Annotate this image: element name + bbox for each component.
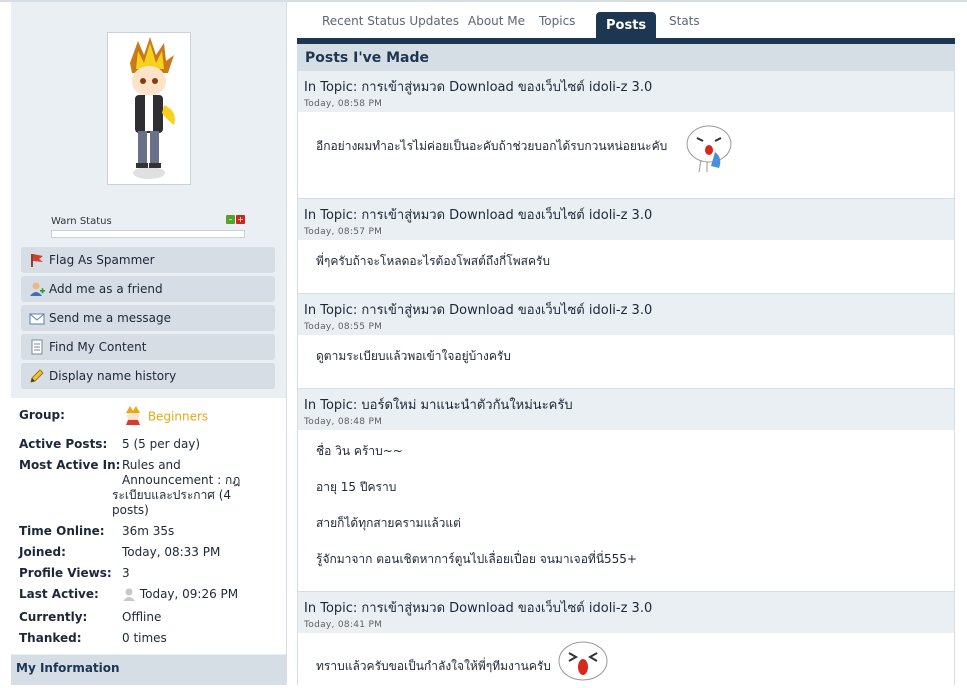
tab-recent-status-updates[interactable]: Recent Status Updates xyxy=(322,14,459,28)
group-label: Group: xyxy=(19,408,65,422)
send-message-button[interactable]: Send me a message xyxy=(21,305,275,331)
post-date: Today, 08:58 PM xyxy=(304,99,383,109)
post-text: สายก็ได้ทุกสายครามแล้วแต่ xyxy=(316,516,461,530)
emoticon-icon xyxy=(556,639,610,688)
post-topic-link[interactable]: In Topic: การเข้าสู่หมวด Download ของเว็… xyxy=(304,597,948,618)
warn-level-bar xyxy=(51,230,245,238)
profile-views-value: 3 xyxy=(122,566,130,580)
tab-about-me[interactable]: About Me xyxy=(468,14,525,28)
time-online-label: Time Online: xyxy=(19,524,105,538)
post-header: In Topic: การเข้าสู่หมวด Download ของเว็… xyxy=(298,591,954,633)
action-label: Add me as a friend xyxy=(49,282,163,296)
profile-views-label: Profile Views: xyxy=(19,566,112,580)
display-name-history-button[interactable]: Display name history xyxy=(21,363,275,389)
find-content-button[interactable]: Find My Content xyxy=(21,334,275,360)
post-topic-link[interactable]: In Topic: การเข้าสู่หมวด Download ของเว็… xyxy=(304,299,948,320)
tab-topics[interactable]: Topics xyxy=(539,14,575,28)
post-text: พี่ๆครับถ้าจะโหลดอะไรต้องโพสต์ถึงกี่โพสค… xyxy=(316,254,551,268)
my-information-header[interactable]: My Information xyxy=(11,655,286,685)
add-friend-icon xyxy=(29,281,45,297)
last-active-value: Today, 09:26 PM xyxy=(122,587,242,604)
joined-label: Joined: xyxy=(19,545,66,559)
posts-panel: Posts I've Made In Topic: การเข้าสู่หมวด… xyxy=(297,44,955,685)
group-rank-icon xyxy=(122,404,144,429)
action-label: Send me a message xyxy=(49,311,172,325)
envelope-icon xyxy=(29,310,45,326)
tab-stats[interactable]: Stats xyxy=(669,14,700,28)
pencil-icon xyxy=(29,368,45,384)
currently-value: Offline xyxy=(122,610,162,624)
post-item: In Topic: การเข้าสู่หมวด Download ของเว็… xyxy=(298,70,954,198)
post-text: ดูตามระเบียบแล้วพอเข้าใจอยู่บ้างครับ xyxy=(316,349,511,363)
post-text: อีกอย่างผมทำอะไรไม่ค่อยเป็นอะคับถ้าช่วยบ… xyxy=(316,139,668,153)
post-header: In Topic: บอร์ดใหม่ มาแนะนำตัวกันใหม่นะค… xyxy=(298,388,954,430)
active-posts-value: 5 (5 per day) xyxy=(122,437,201,451)
most-active-line: Rules and xyxy=(122,458,181,472)
time-online-value: 36m 35s xyxy=(122,524,175,538)
post-item: In Topic: บอร์ดใหม่ มาแนะนำตัวกันใหม่นะค… xyxy=(298,388,954,591)
most-active-line: ระเบียบและประกาศ (4 xyxy=(112,488,232,502)
profile-tabs: Recent Status Updates About Me Topics Po… xyxy=(297,2,955,40)
flag-icon xyxy=(29,252,45,268)
most-active-line: Announcement : กฎ xyxy=(122,473,241,487)
posts-heading: Posts I've Made xyxy=(298,44,954,70)
most-active-line: posts) xyxy=(112,503,149,517)
thanked-label: Thanked: xyxy=(19,631,82,645)
post-date: Today, 08:55 PM xyxy=(304,322,383,332)
post-text: ชื่อ วิน คร้าบ~~ xyxy=(316,444,403,458)
last-active-label: Last Active: xyxy=(19,587,99,601)
emoticon-icon xyxy=(683,122,735,177)
post-header: In Topic: การเข้าสู่หมวด Download ของเว็… xyxy=(298,198,954,240)
warn-decrease-icon[interactable]: – xyxy=(226,215,235,224)
profile-info: Group: Beginners Active Posts: 5 (5 per … xyxy=(11,398,286,654)
currently-label: Currently: xyxy=(19,610,88,624)
post-date: Today, 08:57 PM xyxy=(304,227,383,237)
post-text: รู้จักมาจาก ตอนเชิตหาการ์ตูนไปเลื่อยเปื่… xyxy=(316,552,637,566)
post-item: In Topic: การเข้าสู่หมวด Download ของเว็… xyxy=(298,293,954,388)
flag-as-spammer-button[interactable]: Flag As Spammer xyxy=(21,247,275,273)
post-date: Today, 08:48 PM xyxy=(304,417,383,427)
post-date: Today, 08:41 PM xyxy=(304,620,383,630)
most-active-value[interactable]: Rules and Announcement : กฎ ระเบียบและปร… xyxy=(112,458,242,518)
post-text: อายุ 15 ปีคราบ xyxy=(316,480,397,494)
post-topic-link[interactable]: In Topic: การเข้าสู่หมวด Download ของเว็… xyxy=(304,204,948,225)
post-text: ทราบแล้วครับขอเป็นกำลังใจให้พี่ๆทีมงานคร… xyxy=(316,659,551,673)
post-topic-link[interactable]: In Topic: การเข้าสู่หมวด Download ของเว็… xyxy=(304,76,948,97)
post-header: In Topic: การเข้าสู่หมวด Download ของเว็… xyxy=(298,70,954,112)
warn-status-label: Warn Status xyxy=(51,216,112,227)
profile-sidebar: Warn Status – + Flag As Spammer Add me as… xyxy=(11,2,287,685)
post-item: In Topic: การเข้าสู่หมวด Download ของเว็… xyxy=(298,591,954,685)
action-label: Flag As Spammer xyxy=(49,253,155,267)
action-label: Find My Content xyxy=(49,340,147,354)
action-label: Display name history xyxy=(49,369,177,383)
joined-value: Today, 08:33 PM xyxy=(122,545,221,559)
profile-actions: Flag As Spammer Add me as a friend Send … xyxy=(21,247,275,392)
most-active-label: Most Active In: xyxy=(19,458,121,472)
add-friend-button[interactable]: Add me as a friend xyxy=(21,276,275,302)
group-value: Beginners xyxy=(122,404,242,429)
thanked-value: 0 times xyxy=(122,631,167,645)
post-topic-link[interactable]: In Topic: บอร์ดใหม่ มาแนะนำตัวกันใหม่นะค… xyxy=(304,394,948,415)
warn-status: Warn Status – + xyxy=(51,213,245,238)
post-header: In Topic: การเข้าสู่หมวด Download ของเว็… xyxy=(298,293,954,335)
group-name[interactable]: Beginners xyxy=(148,410,208,424)
document-icon xyxy=(29,339,45,355)
warn-increase-icon[interactable]: + xyxy=(236,215,245,224)
tab-posts[interactable]: Posts xyxy=(596,12,657,39)
profile-photo xyxy=(107,32,191,185)
post-item: In Topic: การเข้าสู่หมวด Download ของเว็… xyxy=(298,198,954,293)
user-offline-icon xyxy=(122,587,136,604)
active-posts-label: Active Posts: xyxy=(19,437,108,451)
last-active-time: Today, 09:26 PM xyxy=(139,587,239,601)
